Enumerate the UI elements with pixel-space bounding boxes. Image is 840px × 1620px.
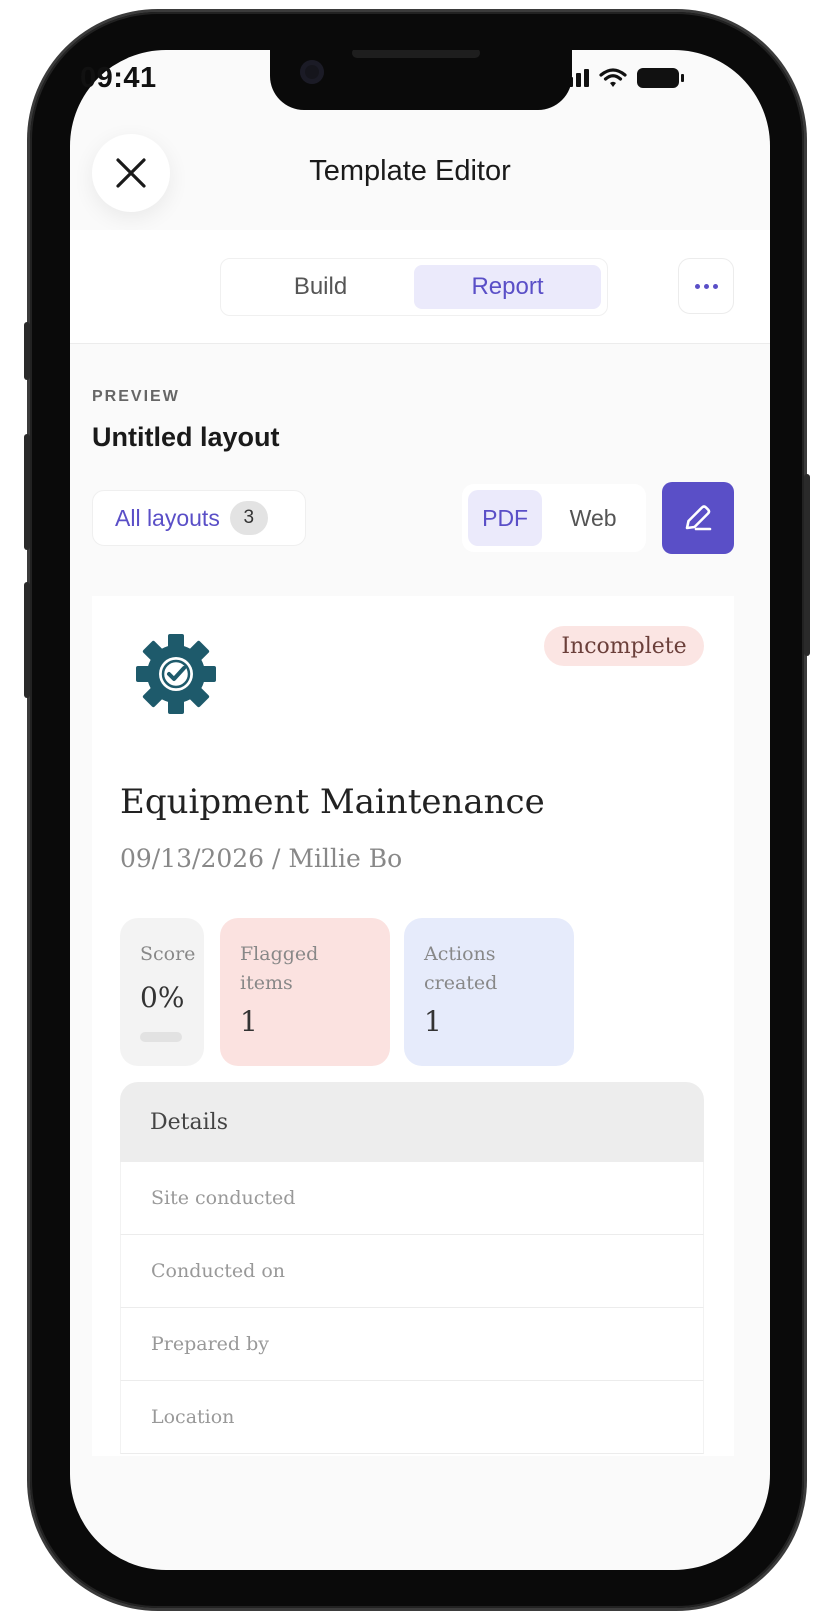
- all-layouts-button[interactable]: All layouts 3: [92, 490, 306, 546]
- details-section: Details Site conducted Conducted on Prep…: [120, 1082, 704, 1454]
- score-card: Score 0%: [120, 918, 204, 1066]
- report-preview: Incomplete Equipment Maintenance 09/13/2…: [92, 596, 734, 1456]
- status-time: 09:41: [80, 62, 157, 94]
- power-button: [804, 474, 810, 656]
- score-value: 0%: [140, 980, 185, 1014]
- format-toggle: PDF Web: [462, 484, 646, 552]
- flagged-value: 1: [240, 1005, 258, 1038]
- tab-report[interactable]: Report: [414, 265, 601, 309]
- flagged-items-card: Flagged items 1: [220, 918, 390, 1066]
- more-icon: [694, 283, 700, 289]
- detail-row-location: Location: [120, 1381, 704, 1454]
- camera: [300, 60, 324, 84]
- report-title: Equipment Maintenance: [120, 782, 545, 822]
- page-title: Template Editor: [309, 155, 511, 187]
- more-button[interactable]: [678, 258, 734, 314]
- notch: [270, 50, 572, 110]
- preview-label: PREVIEW: [92, 388, 180, 405]
- close-button[interactable]: [92, 134, 170, 212]
- pencil-icon: [685, 505, 712, 531]
- layout-title: Untitled layout: [92, 422, 280, 452]
- gear-check-icon: [136, 634, 216, 714]
- edit-layout-button[interactable]: [662, 482, 734, 554]
- status-badge: Incomplete: [544, 626, 704, 666]
- score-label: Score: [140, 943, 196, 965]
- actions-label: Actions created: [424, 943, 498, 994]
- details-heading: Details: [120, 1082, 704, 1162]
- flagged-label: Flagged items: [240, 943, 319, 994]
- build-report-toggle: Build Report: [220, 258, 608, 316]
- wifi-icon: [599, 68, 627, 87]
- actions-value: 1: [424, 1005, 442, 1038]
- report-date-author: 09/13/2026 / Millie Bo: [120, 844, 403, 873]
- tab-build[interactable]: Build: [227, 265, 414, 309]
- actions-created-card: Actions created 1: [404, 918, 574, 1066]
- format-pdf[interactable]: PDF: [468, 490, 543, 546]
- all-layouts-label: All layouts: [115, 504, 220, 531]
- format-web[interactable]: Web: [546, 490, 640, 546]
- status-icons: [560, 68, 684, 88]
- layouts-count-badge: 3: [229, 501, 268, 535]
- detail-row-conducted-on: Conducted on: [120, 1235, 704, 1308]
- score-bar: [140, 1031, 182, 1042]
- volume-down-button: [24, 582, 30, 698]
- volume-up-button: [24, 434, 30, 550]
- close-icon: [116, 158, 146, 188]
- speaker: [352, 50, 480, 58]
- detail-row-site: Site conducted: [120, 1162, 704, 1235]
- mute-switch: [24, 322, 30, 380]
- detail-row-prepared-by: Prepared by: [120, 1308, 704, 1381]
- battery-icon: [637, 68, 684, 88]
- tabs-bar: Build Report: [70, 230, 770, 344]
